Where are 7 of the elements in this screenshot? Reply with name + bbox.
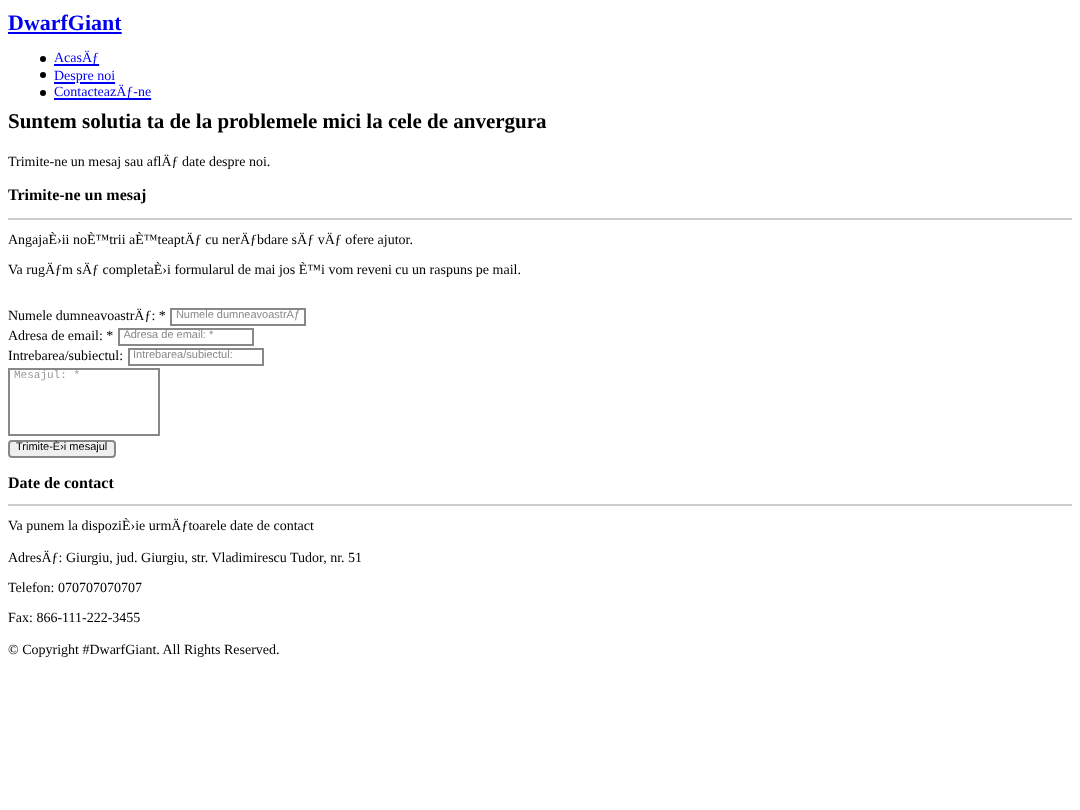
bullet-icon: [40, 72, 46, 79]
bullet-icon: [40, 55, 46, 62]
section-heading: Date de contact: [8, 473, 116, 493]
section-heading: Trimite-ne un mesaj: [8, 186, 149, 206]
bullet-icon: [40, 89, 46, 96]
headline: Suntem solutia ta de la problemele mici la cele de anvergura: [8, 112, 549, 138]
site-title-link[interactable]: DwarfGiant: [8, 12, 1072, 39]
